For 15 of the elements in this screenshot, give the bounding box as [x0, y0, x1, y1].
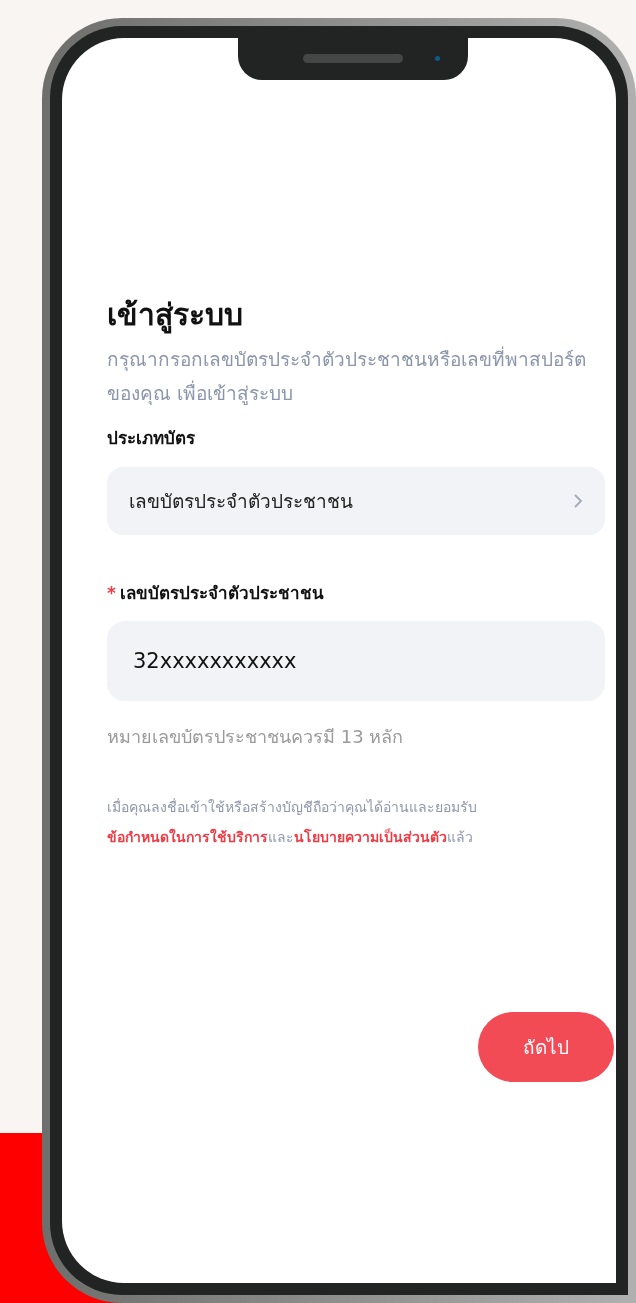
card-type-select[interactable]: เลขบัตรประจำตัวประชาชน — [107, 467, 605, 535]
field-label: เลขบัตรประจำตัวประชาชน — [119, 582, 324, 605]
camera-icon — [435, 55, 440, 61]
page-subtitle: กรุณากรอกเลขบัตรประจำตัวประชาชนหรือเลขที่พาสปอร์ตของคุณ เพื่อเข้าสู่ระบบ — [107, 345, 587, 407]
required-mark: * — [107, 582, 116, 605]
field-label: ประเภทบัตร — [107, 426, 196, 450]
speaker-icon — [303, 53, 403, 63]
page-title: เข้าสู่ระบบ — [107, 296, 244, 334]
terms-text: เมื่อคุณลงชื่อเข้าใช้หรือสร้างบัญชีถือว่าคุณได้อ่านและยอมรับ ข้อกำหนดในการใช้บริการและนโยบายความเป็นส่วนตัวแล้ว — [107, 797, 478, 847]
next-button[interactable]: ถัดไป — [478, 1012, 614, 1082]
id-number-field[interactable]: 32xxxxxxxxxxx — [107, 620, 605, 701]
terms-link[interactable]: นโยบายความเป็นส่วนตัว — [294, 828, 447, 845]
chevron-right-icon — [573, 493, 583, 509]
helper-text: หมายเลขบัตรประชาชนควรมี 13 หลัก — [107, 724, 405, 749]
terms-link[interactable]: ข้อกำหนดในการใช้บริการ — [107, 828, 268, 845]
